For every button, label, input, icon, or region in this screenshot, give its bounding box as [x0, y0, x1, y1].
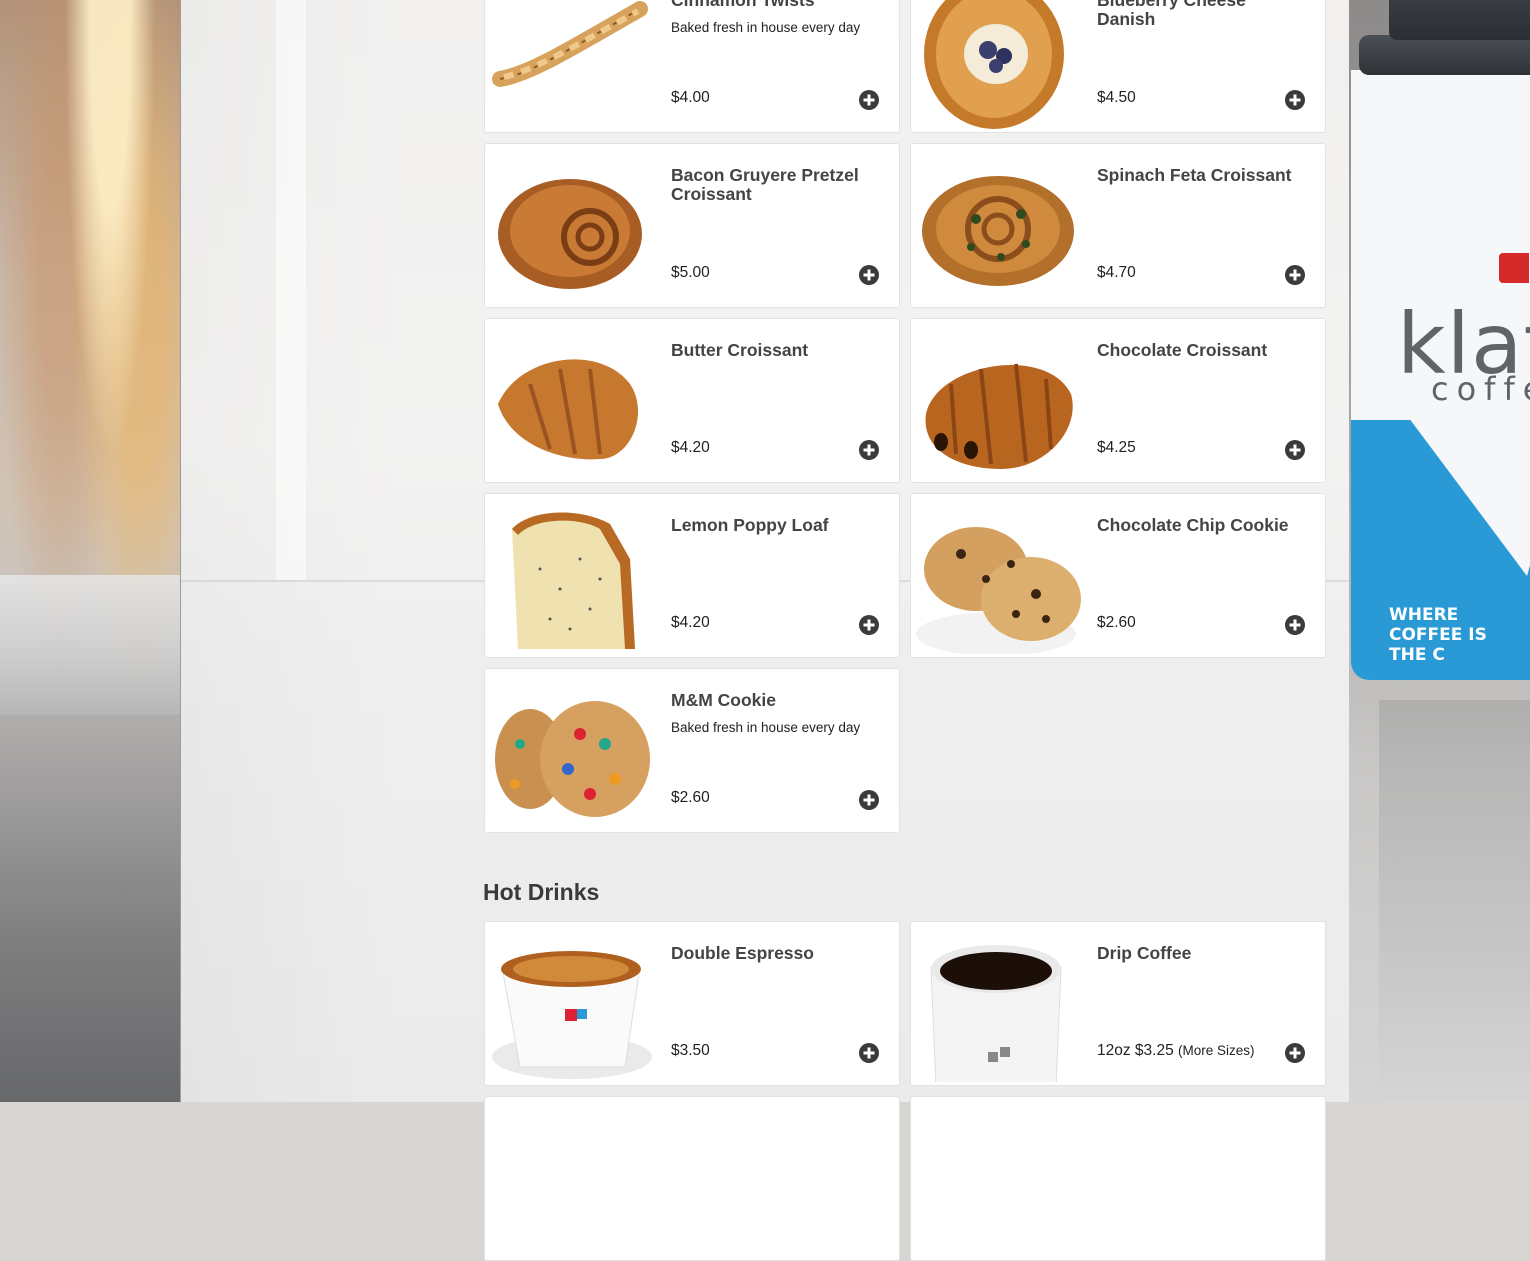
add-item-button[interactable]	[1285, 265, 1305, 285]
chocolate-chip-cookie-image	[916, 499, 1081, 654]
bacon-gruyere-croissant-image	[490, 149, 655, 304]
menu-item-card[interactable]: Bacon Gruyere Pretzel Croissant $5.00	[484, 143, 900, 308]
item-description: Baked fresh in house every day	[671, 20, 861, 35]
add-item-button[interactable]	[1285, 615, 1305, 635]
add-item-button[interactable]	[859, 615, 879, 635]
section-title-hot-drinks: Hot Drinks	[483, 879, 600, 905]
add-item-button[interactable]	[859, 1043, 879, 1063]
add-item-button[interactable]	[1285, 90, 1305, 110]
menu-item-card[interactable]	[484, 1096, 900, 1261]
item-name: Butter Croissant	[671, 340, 809, 360]
background-light-streak	[276, 0, 306, 580]
item-price: $2.60	[671, 789, 710, 806]
item-price-value: 12oz $3.25	[1097, 1042, 1174, 1059]
item-name: Double Espresso	[671, 943, 814, 963]
menu-item-card[interactable]: Lemon Poppy Loaf $4.20	[484, 493, 900, 658]
klatch-logo-mark	[1499, 253, 1529, 283]
menu-item-card[interactable]: Cinnamon Twists Baked fresh in house eve…	[484, 0, 900, 133]
item-price: 12oz $3.25 (More Sizes)	[1097, 1042, 1255, 1060]
menu-item-card[interactable]: M&M Cookie Baked fresh in house every da…	[484, 668, 900, 833]
item-name: Chocolate Chip Cookie	[1097, 515, 1289, 535]
menu-item-card[interactable]: Drip Coffee 12oz $3.25 (More Sizes)	[910, 921, 1326, 1086]
cinnamon-twist-image	[490, 0, 655, 129]
lemon-poppy-loaf-image	[490, 499, 655, 654]
add-item-button[interactable]	[859, 440, 879, 460]
blueberry-danish-image	[916, 0, 1081, 129]
background-photo-right: klatch coffee WHERE COFFEE IS THE C	[1349, 0, 1530, 1102]
menu-item-card[interactable]: Chocolate Croissant $4.25	[910, 318, 1326, 483]
menu-item-card[interactable]: Blueberry Cheese Danish $4.50	[910, 0, 1326, 133]
add-item-button[interactable]	[1285, 1043, 1305, 1063]
chocolate-croissant-image	[916, 324, 1081, 479]
menu-item-card[interactable]: Chocolate Chip Cookie $2.60	[910, 493, 1326, 658]
add-item-button[interactable]	[1285, 440, 1305, 460]
coffee-cup-rim	[1359, 35, 1530, 75]
menu-item-card[interactable]: Double Espresso $3.50	[484, 921, 900, 1086]
add-item-button[interactable]	[859, 265, 879, 285]
item-name: Lemon Poppy Loaf	[671, 515, 829, 535]
cup-reflection	[1379, 700, 1530, 1100]
item-price: $4.20	[671, 439, 710, 456]
menu-item-card[interactable]: Spinach Feta Croissant $4.70	[910, 143, 1326, 308]
item-name: Drip Coffee	[1097, 943, 1192, 963]
item-price: $4.50	[1097, 89, 1136, 106]
item-price: $5.00	[671, 264, 710, 281]
item-price: $4.00	[671, 89, 710, 106]
add-item-button[interactable]	[859, 90, 879, 110]
mm-cookie-image	[490, 674, 655, 829]
item-name: Bacon Gruyere Pretzel Croissant	[671, 165, 859, 204]
double-espresso-image	[490, 927, 655, 1082]
item-name: Cinnamon Twists	[671, 0, 815, 10]
butter-croissant-image	[490, 324, 655, 479]
spinach-feta-croissant-image	[916, 149, 1081, 304]
item-price: $3.50	[671, 1042, 710, 1059]
item-name: Chocolate Croissant	[1097, 340, 1268, 360]
menu-item-card[interactable]: Butter Croissant $4.20	[484, 318, 900, 483]
item-price: $2.60	[1097, 614, 1136, 631]
item-description: Baked fresh in house every day	[671, 720, 861, 735]
item-name: Blueberry Cheese Danish	[1097, 0, 1246, 29]
item-name: M&M Cookie	[671, 690, 776, 710]
item-price: $4.20	[671, 614, 710, 631]
coffee-cup-lid	[1389, 0, 1530, 40]
background-table	[0, 575, 180, 715]
item-price: $4.70	[1097, 264, 1136, 281]
cup-tagline: WHERE COFFEE IS THE C	[1389, 605, 1487, 665]
drip-coffee-image	[916, 927, 1081, 1082]
more-sizes-link[interactable]: (More Sizes)	[1178, 1043, 1255, 1058]
cup-brand-sub: coffee	[1431, 370, 1530, 408]
item-name: Spinach Feta Croissant	[1097, 165, 1292, 185]
item-price: $4.25	[1097, 439, 1136, 456]
menu-item-card[interactable]	[910, 1096, 1326, 1261]
add-item-button[interactable]	[859, 790, 879, 810]
background-photo-left	[0, 0, 181, 1102]
